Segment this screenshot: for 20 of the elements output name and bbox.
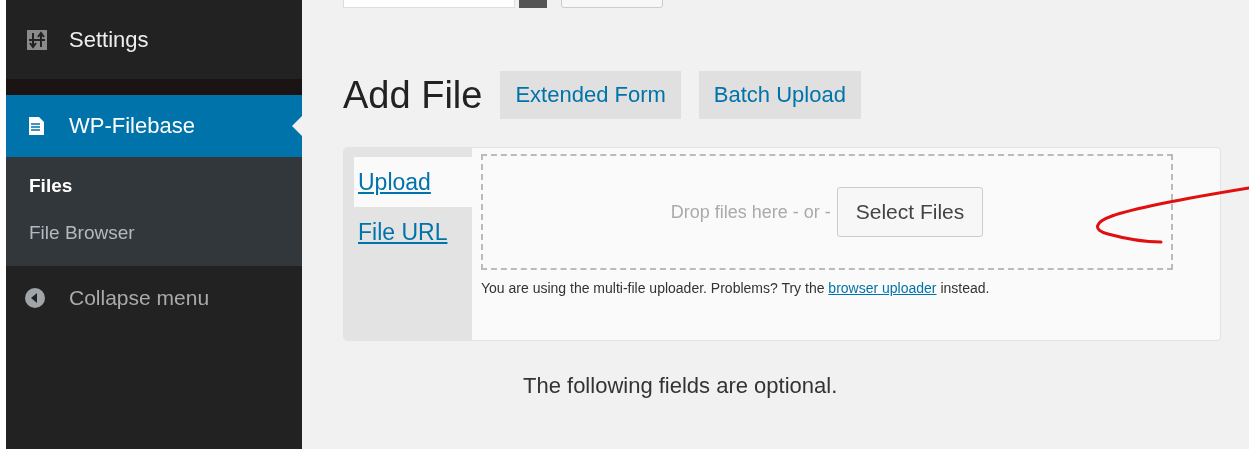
document-stack-icon: [27, 116, 47, 136]
page-action-button[interactable]: Extended Form: [500, 71, 681, 119]
menu-item[interactable]: WP-Filebase: [6, 95, 302, 157]
small-button[interactable]: [519, 0, 547, 8]
menu-item[interactable]: Settings: [6, 4, 302, 76]
submenu-item[interactable]: Files: [6, 175, 302, 197]
select-files-button[interactable]: Select Files: [836, 187, 984, 237]
sliders-icon: [27, 30, 47, 50]
drop-hint: Drop files here - or -: [670, 201, 831, 223]
collapse-menu-link[interactable]: Collapse menu: [6, 266, 302, 310]
uploader-tab[interactable]: Upload: [354, 157, 472, 207]
page-title: Add File: [343, 73, 483, 117]
uploader-tab[interactable]: File URL: [354, 207, 472, 257]
optional-fields-note: The following fields are optional.: [523, 373, 839, 399]
left-arrow-circle-icon: [25, 288, 45, 308]
browser-uploader-link[interactable]: browser uploader: [828, 280, 937, 296]
page-action-button[interactable]: Batch Upload: [698, 71, 861, 119]
uploader-note: You are using the multi-file uploader. Problems? Try the browser uploader instead.: [481, 280, 991, 296]
submenu-item[interactable]: File Browser: [6, 222, 302, 244]
drop-zone[interactable]: Drop files here - or - Select Files: [481, 154, 1173, 270]
